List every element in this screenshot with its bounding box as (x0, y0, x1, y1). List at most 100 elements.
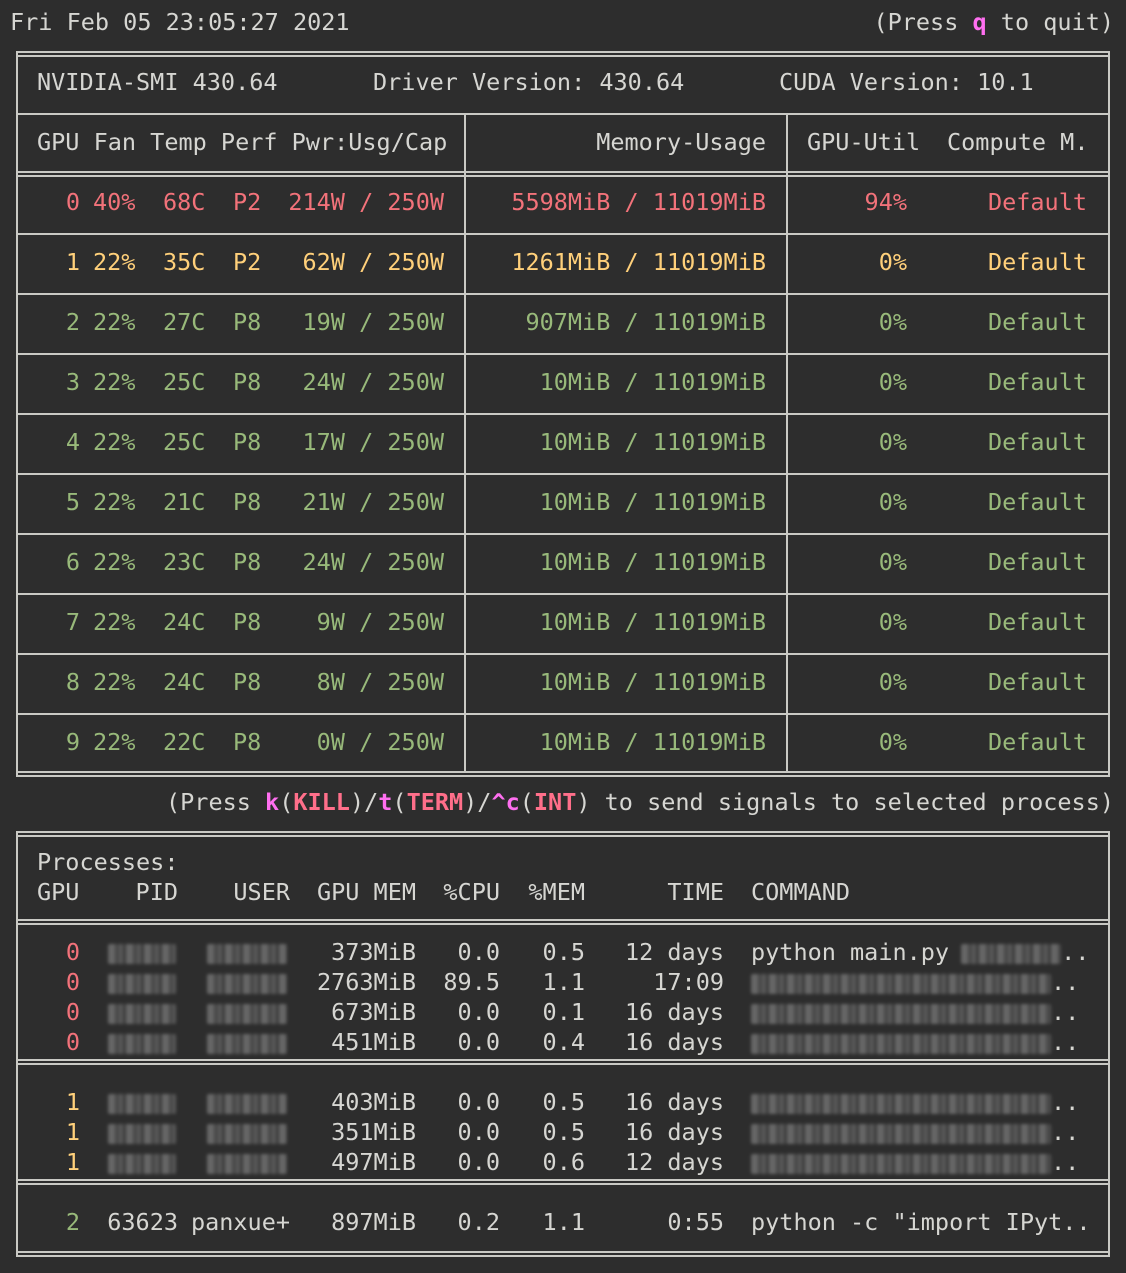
quit-hint-suffix: to quit) (986, 8, 1114, 36)
process-time: 16 days (624, 1028, 724, 1056)
gpu-index: 1 (65, 248, 80, 276)
process-cpu: 0.0 (457, 998, 500, 1026)
gpu-util: 0% (878, 308, 907, 336)
fan-speed: 22% (93, 248, 136, 276)
row-separator (16, 413, 1110, 415)
process-gpu: 1 (65, 1118, 80, 1146)
signal-hint-prefix: (Press (166, 788, 266, 816)
process-time: 0:55 (667, 1208, 724, 1236)
int-key[interactable]: ^c (491, 788, 519, 816)
power-usage: 214W / 250W (288, 188, 444, 216)
memory-usage: 10MiB / 11019MiB (539, 488, 766, 516)
process-table-bottom-border (16, 1251, 1110, 1257)
compute-mode: Default (987, 548, 1087, 576)
power-usage: 19W / 250W (302, 308, 444, 336)
process-time: 12 days (624, 938, 724, 966)
memory-usage: 907MiB / 11019MiB (525, 308, 766, 336)
process-mem: 0.5 (542, 1118, 585, 1146)
temperature: 25C (163, 428, 206, 456)
process-user-redacted (207, 1027, 289, 1057)
gpu-index: 8 (65, 668, 80, 696)
gpu-util: 0% (878, 668, 907, 696)
process-gpu-mem: 373MiB (331, 938, 416, 966)
truncation-ellipsis: .. (1061, 938, 1090, 966)
header-gpu-fan-temp-perf-pwr: GPU Fan Temp Perf Pwr:Usg/Cap (37, 128, 448, 156)
temperature: 24C (163, 608, 206, 636)
process-cpu: 89.5 (443, 968, 500, 996)
gpu-util: 0% (878, 548, 907, 576)
power-usage: 24W / 250W (302, 368, 444, 396)
compute-mode: Default (987, 428, 1087, 456)
process-user-redacted (207, 937, 289, 967)
redacted-command (751, 1093, 1051, 1114)
gpu-index: 2 (65, 308, 80, 336)
power-usage: 0W / 250W (316, 728, 444, 756)
process-gpu-mem: 673MiB (331, 998, 416, 1026)
process-mem: 0.4 (542, 1028, 585, 1056)
process-command: .. (751, 1117, 1079, 1147)
int-signal: INT (533, 788, 577, 816)
perf-state: P8 (233, 608, 262, 636)
quit-key[interactable]: q (973, 8, 987, 36)
compute-mode: Default (987, 728, 1087, 756)
process-cpu: 0.0 (457, 938, 500, 966)
process-table-left-border (16, 831, 18, 1257)
power-usage: 24W / 250W (302, 548, 444, 576)
process-gpu-mem: 403MiB (331, 1088, 416, 1116)
column-divider (464, 113, 466, 773)
compute-mode: Default (987, 188, 1087, 216)
proc-header-separator (16, 919, 1110, 925)
memory-usage: 10MiB / 11019MiB (539, 728, 766, 756)
gpu-util: 94% (864, 188, 907, 216)
process-gpu: 0 (65, 938, 80, 966)
memory-usage: 10MiB / 11019MiB (539, 368, 766, 396)
process-cpu: 0.2 (457, 1208, 500, 1236)
paren-open: ( (279, 788, 294, 816)
perf-state: P2 (233, 188, 262, 216)
memory-usage: 1261MiB / 11019MiB (511, 248, 766, 276)
term-key[interactable]: t (378, 788, 392, 816)
gpu-util: 0% (878, 248, 907, 276)
proc-header-pid: PID (135, 878, 178, 906)
paren-open: ( (519, 788, 534, 816)
memory-usage: 10MiB / 11019MiB (539, 548, 766, 576)
proc-header-user: USER (233, 878, 290, 906)
process-cpu: 0.0 (457, 1088, 500, 1116)
truncation-ellipsis: .. (1051, 998, 1080, 1026)
gpu-index: 6 (65, 548, 80, 576)
memory-usage: 10MiB / 11019MiB (539, 608, 766, 636)
redacted-command (751, 1123, 1051, 1144)
truncation-ellipsis: .. (1051, 1028, 1080, 1056)
process-gpu-mem: 897MiB (331, 1208, 416, 1236)
fan-speed: 22% (93, 488, 136, 516)
clock: Fri Feb 05 23:05:27 2021 (10, 8, 350, 36)
process-gpu: 0 (65, 1028, 80, 1056)
signal-hint: (Press k(KILL)/t(TERM)/^c(INT) to send s… (166, 787, 1114, 817)
process-command: .. (751, 1027, 1079, 1057)
paren-open: ( (392, 788, 407, 816)
memory-usage: 10MiB / 11019MiB (539, 668, 766, 696)
redacted-command (751, 1003, 1051, 1024)
proc-header-gpu-mem: GPU MEM (316, 878, 416, 906)
row-separator (16, 653, 1110, 655)
smi-version: NVIDIA-SMI 430.64 (37, 68, 278, 96)
process-pid-redacted (108, 997, 178, 1027)
kill-signal: KILL (293, 788, 350, 816)
perf-state: P8 (233, 488, 262, 516)
gpu-util: 0% (878, 368, 907, 396)
kill-key[interactable]: k (265, 788, 279, 816)
process-user-redacted (207, 997, 289, 1027)
process-time: 16 days (624, 998, 724, 1026)
fan-speed: 22% (93, 428, 136, 456)
paren-close-slash: )/ (463, 788, 492, 816)
perf-state: P8 (233, 728, 262, 756)
perf-state: P8 (233, 548, 262, 576)
process-command: python main.py.. (751, 937, 1089, 967)
process-gpu-mem: 451MiB (331, 1028, 416, 1056)
truncation-ellipsis: .. (1051, 968, 1080, 996)
fan-speed: 22% (93, 728, 136, 756)
perf-state: P8 (233, 428, 262, 456)
process-mem: 0.1 (542, 998, 585, 1026)
power-usage: 8W / 250W (316, 668, 444, 696)
paren-close-slash: )/ (349, 788, 379, 816)
